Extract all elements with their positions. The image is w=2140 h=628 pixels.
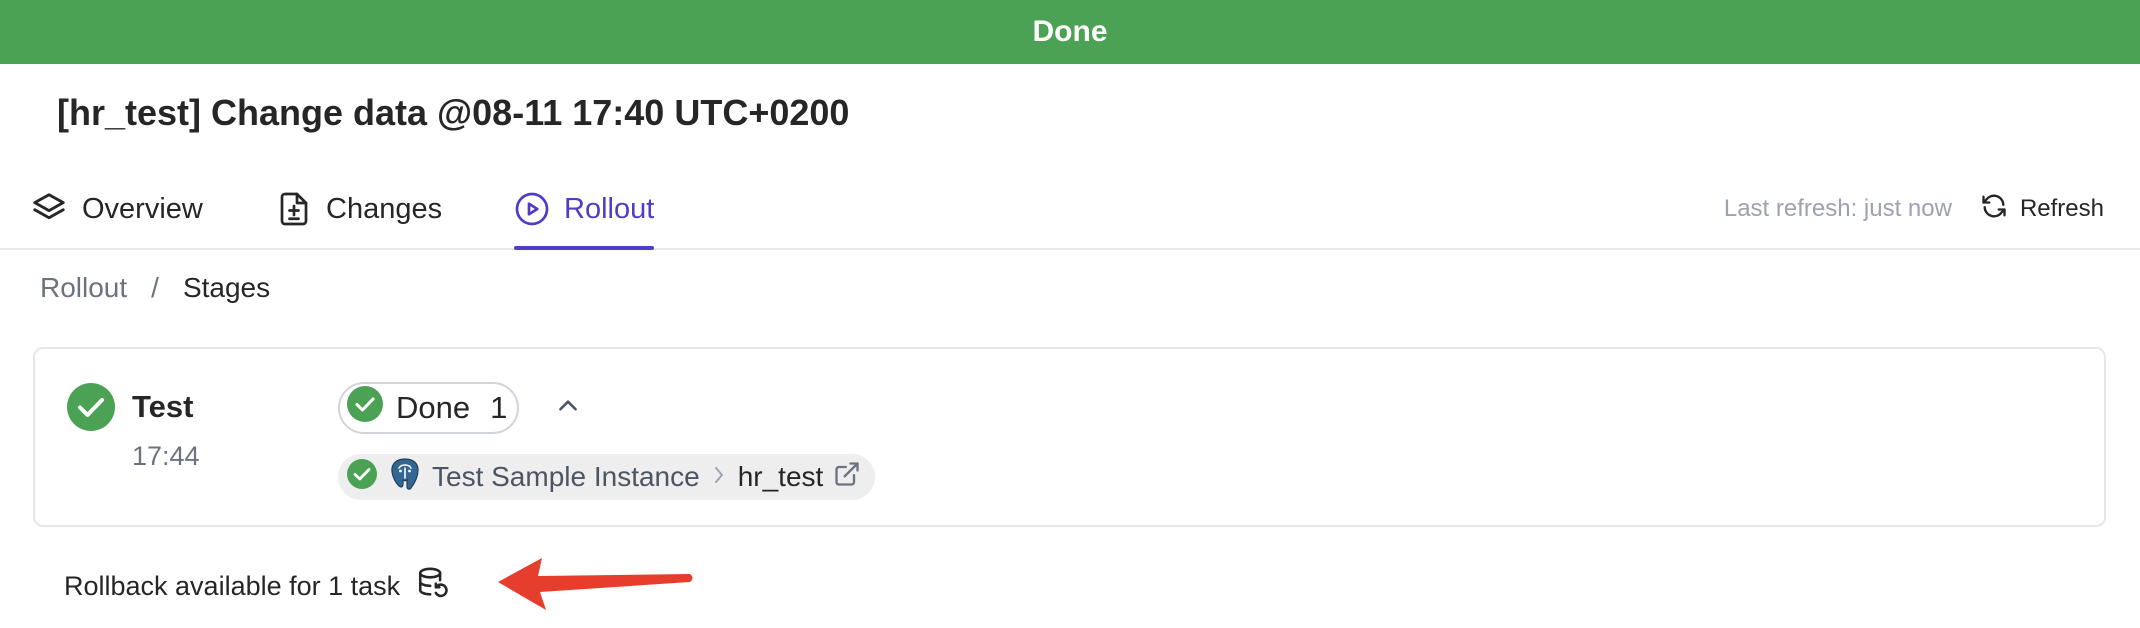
refresh-icon [1980,192,2008,227]
breadcrumb: Rollout / Stages [40,272,270,304]
done-filter-pill[interactable]: Done 1 [338,382,519,434]
check-circle-icon [346,458,378,497]
tab-bar: Overview Changes Rollout Last refresh: j… [0,170,2140,250]
tab-rollout-label: Rollout [564,192,655,225]
stage-card: Test 17:44 Done 1 Test Sample Instance h… [33,347,2106,527]
postgresql-icon [388,456,422,499]
play-circle-icon [514,191,550,227]
tab-changes-label: Changes [326,192,443,225]
breadcrumb-stages: Stages [182,272,271,303]
annotation-arrow [498,558,693,610]
database-name: hr_test [737,461,824,492]
done-count: 1 [490,390,508,425]
refresh-area: Last refresh: just now Refresh [1724,170,2104,248]
stage-name: Test [132,389,194,424]
external-link-icon[interactable] [833,460,861,495]
done-label: Done [396,390,471,425]
refresh-label: Refresh [2019,195,2104,222]
page-title: [hr_test] Change data @08-11 17:40 UTC+0… [57,92,850,133]
tab-rollout[interactable]: Rollout [514,170,655,250]
status-banner: Done [0,0,2140,64]
check-circle-icon [66,382,116,437]
file-diff-icon [276,190,312,228]
banner-text: Done [1032,15,1108,48]
last-refresh-text: Last refresh: just now [1723,195,1952,222]
refresh-button[interactable]: Refresh [1980,192,2104,227]
rollback-info: Rollback available for 1 task [64,566,450,607]
breadcrumb-separator: / [151,272,159,303]
breadcrumb-rollout[interactable]: Rollout [40,272,127,304]
chevron-up-icon[interactable] [555,393,581,424]
stage-time: 17:44 [132,441,200,471]
instance-name: Test Sample Instance [432,461,700,492]
database-rollback-icon[interactable] [416,566,450,607]
rollback-text: Rollback available for 1 task [64,571,401,601]
layers-icon [30,190,68,228]
tab-changes[interactable]: Changes [276,170,442,248]
task-pill[interactable]: Test Sample Instance hr_test [338,454,876,500]
chevron-right-icon [710,461,728,493]
tab-overview[interactable]: Overview [30,170,203,248]
tab-overview-label: Overview [82,192,203,225]
check-circle-icon [346,385,384,431]
